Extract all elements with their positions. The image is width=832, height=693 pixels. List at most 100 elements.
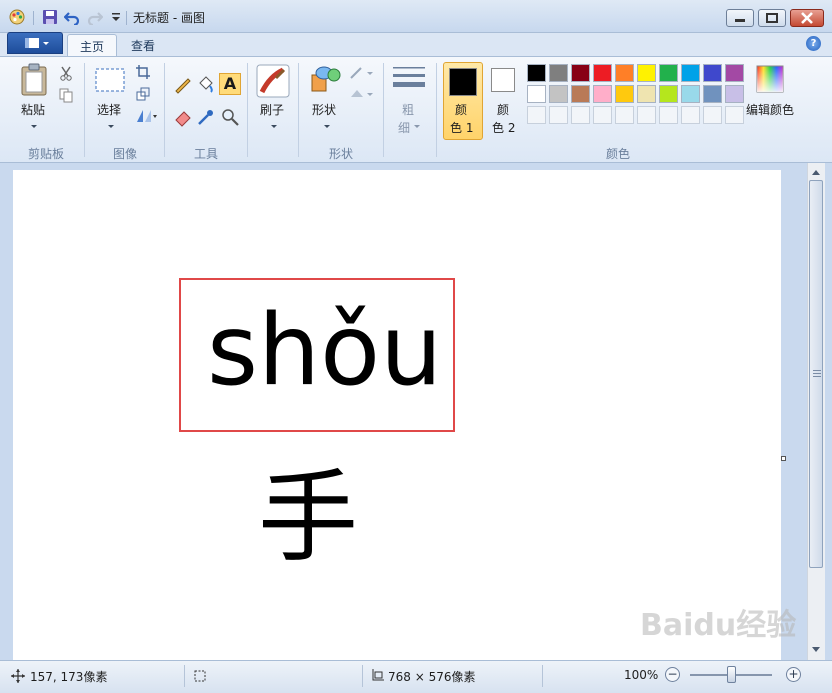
- customize-qat-icon[interactable]: [108, 9, 124, 25]
- zoom-level: 100%: [624, 668, 659, 682]
- paint-menu-button[interactable]: [7, 32, 63, 54]
- canvas-size-icon: [372, 669, 384, 681]
- status-separator: [362, 665, 363, 687]
- tab-view[interactable]: 查看: [119, 34, 167, 57]
- close-button[interactable]: [790, 9, 824, 27]
- color-picker-icon[interactable]: [196, 107, 216, 127]
- palette-swatch[interactable]: [659, 64, 678, 82]
- size-label-line2[interactable]: 细: [398, 119, 410, 136]
- palette-swatch[interactable]: [571, 85, 590, 103]
- fill-icon[interactable]: [196, 74, 216, 94]
- palette-swatch[interactable]: [659, 85, 678, 103]
- color2-label-line2[interactable]: 色 2: [492, 119, 515, 136]
- palette-swatch[interactable]: [703, 85, 722, 103]
- custom-color-slot[interactable]: [593, 106, 612, 124]
- shapes-icon[interactable]: [310, 65, 342, 95]
- palette-swatch[interactable]: [615, 64, 634, 82]
- hanzi-text: 手: [258, 459, 358, 576]
- palette-swatch[interactable]: [527, 85, 546, 103]
- palette-swatch[interactable]: [725, 85, 744, 103]
- select-icon[interactable]: [94, 67, 126, 93]
- palette-swatch[interactable]: [549, 64, 568, 82]
- shapes-dropdown-arrow[interactable]: [324, 125, 330, 128]
- eraser-icon[interactable]: [173, 107, 193, 127]
- paint-app-icon[interactable]: [9, 9, 25, 25]
- custom-color-slot[interactable]: [549, 106, 568, 124]
- custom-color-slot[interactable]: [725, 106, 744, 124]
- palette-swatch[interactable]: [681, 85, 700, 103]
- scroll-down-icon[interactable]: [810, 645, 822, 655]
- custom-color-slot[interactable]: [703, 106, 722, 124]
- zoom-in-button[interactable]: +: [786, 667, 801, 682]
- colors-group-label: 颜色: [605, 147, 630, 161]
- shape-fill-icon[interactable]: [349, 87, 375, 101]
- palette-swatch[interactable]: [637, 85, 656, 103]
- palette-swatch[interactable]: [593, 85, 612, 103]
- palette-swatch[interactable]: [527, 64, 546, 82]
- maximize-button[interactable]: [758, 9, 786, 27]
- palette-swatch[interactable]: [725, 64, 744, 82]
- group-separator: [247, 63, 248, 157]
- palette-swatch[interactable]: [703, 64, 722, 82]
- undo-icon[interactable]: [64, 9, 80, 25]
- paste-dropdown-arrow[interactable]: [31, 125, 37, 128]
- cut-icon[interactable]: [58, 65, 74, 81]
- zoom-out-button[interactable]: −: [665, 667, 680, 682]
- color2-label-line1[interactable]: 颜: [497, 101, 509, 118]
- zoom-slider-thumb[interactable]: [727, 666, 736, 683]
- palette-swatch[interactable]: [571, 64, 590, 82]
- redo-icon[interactable]: [87, 9, 103, 25]
- brushes-dropdown-arrow[interactable]: [271, 125, 277, 128]
- qat-separator: [126, 11, 127, 25]
- title-bar: 无标题 - 画图: [0, 0, 832, 33]
- select-label[interactable]: 选择: [97, 101, 121, 118]
- custom-color-slot[interactable]: [637, 106, 656, 124]
- select-dropdown-arrow[interactable]: [108, 125, 114, 128]
- pinyin-text: shǒu: [207, 294, 443, 408]
- edit-colors-icon[interactable]: [756, 65, 784, 93]
- palette-swatch[interactable]: [637, 64, 656, 82]
- size-dropdown-arrow[interactable]: [414, 125, 420, 128]
- scroll-grip-icon: [813, 370, 821, 377]
- status-separator: [184, 665, 185, 687]
- copy-icon[interactable]: [58, 87, 74, 103]
- pencil-icon[interactable]: [173, 74, 193, 94]
- outline-icon[interactable]: [349, 66, 375, 80]
- rotate-icon[interactable]: [136, 109, 158, 123]
- save-icon[interactable]: [42, 9, 58, 25]
- brushes-label[interactable]: 刷子: [260, 101, 284, 118]
- paste-icon[interactable]: [20, 63, 50, 97]
- size-icon[interactable]: [393, 65, 425, 93]
- edit-colors-label[interactable]: 编辑颜色: [746, 101, 794, 118]
- crop-icon[interactable]: [136, 65, 150, 79]
- palette-swatch[interactable]: [593, 64, 612, 82]
- menu-icon: [25, 38, 49, 48]
- scroll-up-icon[interactable]: [810, 167, 822, 177]
- cursor-position: 157, 173像素: [30, 670, 108, 684]
- canvas-resize-handle[interactable]: [781, 456, 786, 461]
- resize-icon[interactable]: [136, 87, 150, 101]
- status-separator: [542, 665, 543, 687]
- custom-color-slot[interactable]: [615, 106, 634, 124]
- help-icon[interactable]: ?: [806, 36, 821, 51]
- brushes-icon[interactable]: [256, 64, 290, 98]
- shapes-label[interactable]: 形状: [312, 101, 336, 118]
- watermark: Baidu经验: [640, 608, 797, 643]
- size-label-line1[interactable]: 粗: [402, 101, 414, 118]
- magnifier-icon[interactable]: [220, 107, 240, 127]
- palette-swatch[interactable]: [681, 64, 700, 82]
- paste-label[interactable]: 粘贴: [21, 101, 45, 118]
- palette-swatch[interactable]: [615, 85, 634, 103]
- tab-home[interactable]: 主页: [67, 34, 118, 57]
- custom-color-slot[interactable]: [659, 106, 678, 124]
- color1-swatch: [449, 68, 477, 96]
- custom-color-slot[interactable]: [571, 106, 590, 124]
- text-icon[interactable]: A: [219, 73, 241, 95]
- color2-swatch[interactable]: [491, 68, 515, 92]
- custom-color-slot[interactable]: [527, 106, 546, 124]
- minimize-button[interactable]: [726, 9, 754, 27]
- qat-separator: [33, 11, 34, 25]
- vertical-scroll-thumb[interactable]: [809, 180, 823, 568]
- custom-color-slot[interactable]: [681, 106, 700, 124]
- palette-swatch[interactable]: [549, 85, 568, 103]
